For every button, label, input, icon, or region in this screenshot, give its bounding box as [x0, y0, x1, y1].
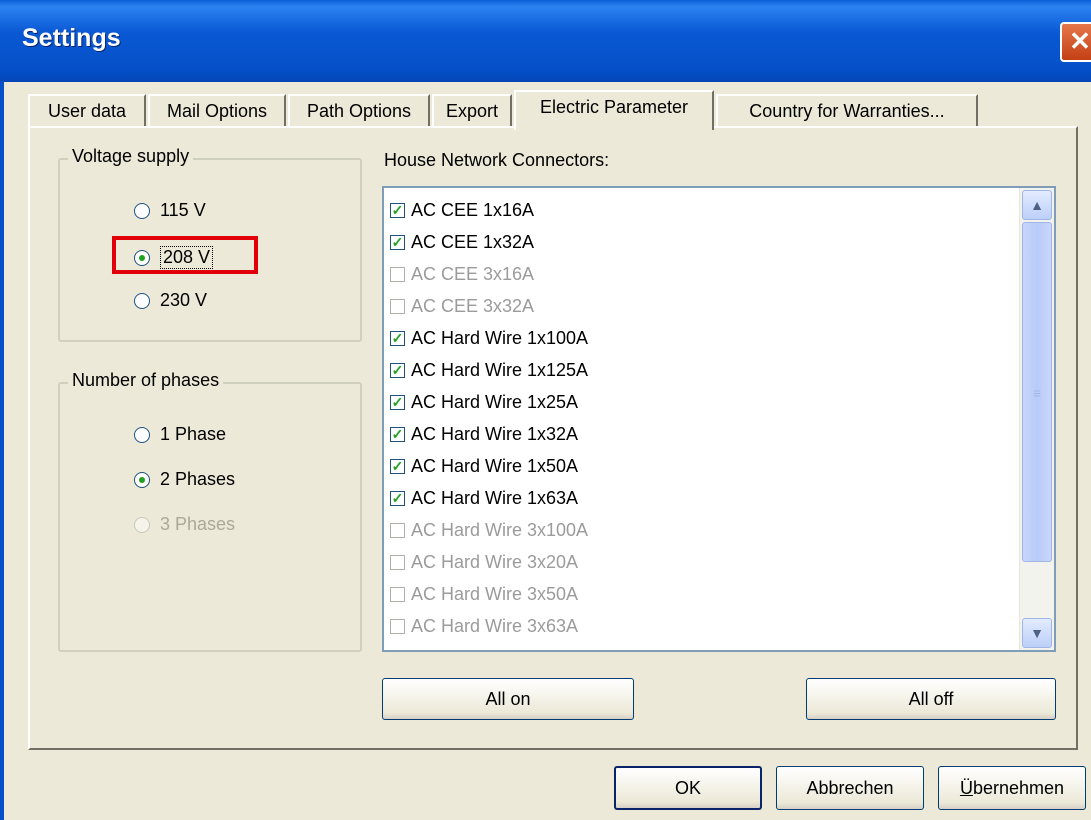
all-on-button[interactable]: All on — [382, 678, 634, 720]
checkbox-icon[interactable] — [390, 618, 405, 634]
tab-electric-parameter[interactable]: Electric Parameter — [514, 90, 714, 130]
connector-label: AC Hard Wire 3x20A — [411, 551, 579, 572]
tab-path-options[interactable]: Path Options — [288, 94, 430, 128]
connectors-list: ✓ AC CEE 1x16A ✓ AC CEE 1x32A AC CEE 3x16A AC… — [390, 194, 1020, 653]
connector-label: AC Hard Wire 1x63A — [411, 487, 579, 508]
connector-label: AC CEE 1x32A — [411, 231, 535, 252]
radio-2-phases-label: 2 Phases — [160, 469, 236, 489]
checkbox-icon[interactable] — [390, 651, 405, 653]
connector-label: AC CEE 3x16A — [411, 263, 535, 284]
connector-item[interactable]: ✓ AC Hard Wire 1x100A — [390, 322, 1020, 354]
ok-button[interactable]: OK — [614, 766, 762, 810]
apply-button[interactable]: Übernehmen — [938, 766, 1086, 810]
checkbox-icon[interactable] — [390, 554, 405, 570]
tab-mail-options[interactable]: Mail Options — [148, 94, 286, 128]
all-off-button[interactable]: All off — [806, 678, 1056, 720]
checkbox-checked-icon[interactable]: ✓ — [390, 330, 405, 346]
radio-115v[interactable]: 115 V — [134, 200, 206, 221]
radio-circle — [134, 292, 150, 309]
radio-circle — [134, 202, 150, 219]
chevron-up-icon[interactable]: ▲ — [1022, 190, 1052, 220]
radio-3-phases-label: 3 Phases — [160, 514, 236, 534]
connector-item[interactable]: ✓ AC Hard Wire 1x32A — [390, 418, 1020, 450]
cancel-button[interactable]: Abbrechen — [776, 766, 924, 810]
close-icon[interactable]: ✕ — [1060, 22, 1091, 62]
connector-item[interactable]: AC CEE 3x32A — [390, 290, 1020, 322]
connector-item[interactable]: AC Hard Wire 3x20A — [390, 546, 1020, 578]
checkbox-icon[interactable] — [390, 522, 405, 538]
connector-item[interactable]: ✓ AC Hard Wire 1x25A — [390, 386, 1020, 418]
connector-item[interactable]: ✓ AC Hard Wire 1x125A — [390, 354, 1020, 386]
window-border — [0, 82, 4, 820]
scroll-thumb[interactable]: ≡ — [1022, 222, 1052, 562]
connector-label: AC Hard Wire 3x63A — [411, 615, 579, 636]
connector-label: AC Hard Wire 1x25A — [411, 391, 579, 412]
tab-user-data[interactable]: User data — [28, 94, 146, 128]
tab-country-for-warranties[interactable]: Country for Warranties... — [716, 94, 978, 128]
connector-item[interactable]: AC Hard Wire 3x63A — [390, 610, 1020, 642]
checkbox-checked-icon[interactable]: ✓ — [390, 426, 405, 442]
radio-1-phase[interactable]: 1 Phase — [134, 424, 226, 445]
number-of-phases-legend: Number of phases — [68, 370, 224, 391]
connector-item[interactable]: ✓ AC Hard Wire 1x63A — [390, 482, 1020, 514]
radio-115v-label: 115 V — [160, 200, 206, 220]
checkbox-checked-icon[interactable]: ✓ — [390, 458, 405, 474]
connector-label: AC Hard Wire 3x100A — [411, 519, 589, 540]
checkbox-checked-icon[interactable]: ✓ — [390, 202, 405, 218]
connectors-listbox[interactable]: ✓ AC CEE 1x16A ✓ AC CEE 1x32A AC CEE 3x16A AC… — [382, 186, 1056, 652]
checkbox-checked-icon[interactable]: ✓ — [390, 394, 405, 410]
title-bar: Settings ✕ — [0, 0, 1091, 82]
connector-label: AC NEMA L6-30 (US) — [411, 648, 585, 651]
radio-230v[interactable]: 230 V — [134, 290, 207, 311]
connector-item[interactable]: ✓ AC Hard Wire 1x50A — [390, 450, 1020, 482]
vertical-scrollbar[interactable]: ▲ ≡ ▼ — [1019, 188, 1054, 650]
checkbox-icon[interactable] — [390, 266, 405, 282]
checkbox-icon[interactable] — [390, 586, 405, 602]
connector-item[interactable]: AC CEE 3x16A — [390, 258, 1020, 290]
window-title: Settings — [22, 24, 121, 52]
connector-item[interactable]: AC NEMA L6-30 (US) — [390, 642, 1020, 653]
apply-accelerator: Ü — [959, 778, 973, 798]
connector-label: AC Hard Wire 1x125A — [411, 359, 589, 380]
checkbox-checked-icon[interactable]: ✓ — [390, 234, 405, 250]
radio-3-phases[interactable]: 3 Phases — [134, 514, 235, 535]
connector-label: AC CEE 3x32A — [411, 295, 535, 316]
highlight-box — [112, 236, 258, 274]
connector-label: AC Hard Wire 1x50A — [411, 455, 579, 476]
apply-label: bernehmen — [972, 778, 1065, 798]
tab-export[interactable]: Export — [432, 94, 512, 128]
radio-2-phases[interactable]: 2 Phases — [134, 469, 235, 490]
connector-item[interactable]: ✓ AC CEE 1x32A — [390, 226, 1020, 258]
connector-item[interactable]: ✓ AC CEE 1x16A — [390, 194, 1020, 226]
connector-label: AC CEE 1x16A — [411, 199, 535, 220]
radio-circle — [134, 426, 150, 443]
connector-item[interactable]: AC Hard Wire 3x50A — [390, 578, 1020, 610]
connector-label: AC Hard Wire 1x100A — [411, 327, 589, 348]
voltage-supply-legend: Voltage supply — [68, 146, 194, 167]
radio-circle — [134, 471, 150, 488]
checkbox-checked-icon[interactable]: ✓ — [390, 362, 405, 378]
connector-label: AC Hard Wire 3x50A — [411, 583, 579, 604]
checkbox-icon[interactable] — [390, 298, 405, 314]
connector-label: AC Hard Wire 1x32A — [411, 423, 579, 444]
connectors-label: House Network Connectors: — [384, 150, 610, 170]
chevron-down-icon[interactable]: ▼ — [1022, 618, 1052, 648]
connector-item[interactable]: AC Hard Wire 3x100A — [390, 514, 1020, 546]
radio-circle — [134, 516, 150, 533]
radio-1-phase-label: 1 Phase — [160, 424, 227, 444]
radio-230v-label: 230 V — [160, 290, 208, 310]
checkbox-checked-icon[interactable]: ✓ — [390, 490, 405, 506]
grip-icon: ≡ — [1032, 385, 1042, 401]
